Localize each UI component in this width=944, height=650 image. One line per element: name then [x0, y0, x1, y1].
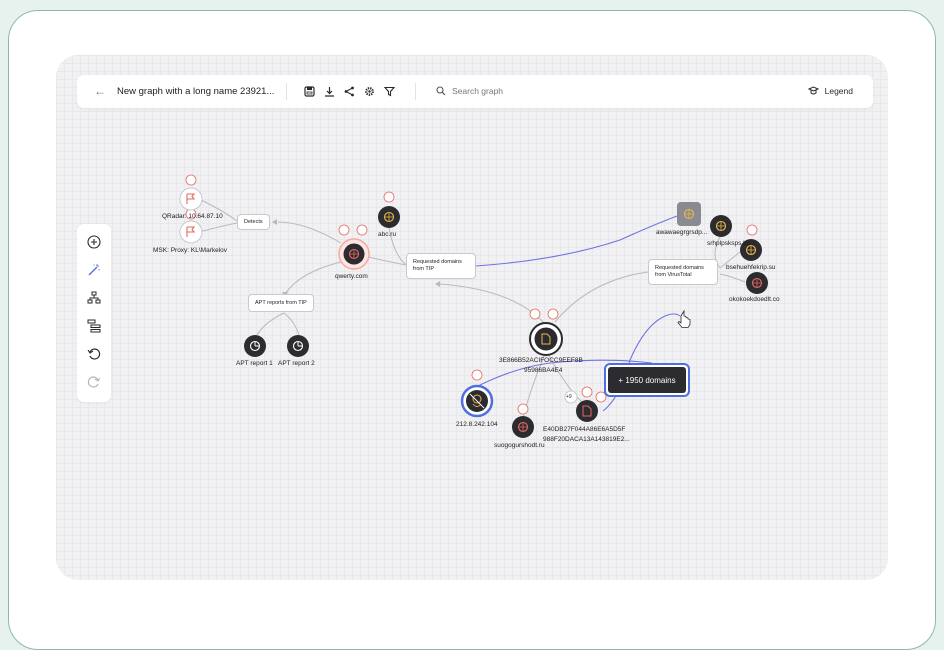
search-placeholder: Search graph: [452, 86, 504, 96]
label-hash2-line1: E40DB27F044A86E6A5D5F: [543, 426, 626, 433]
label-apt2: APT report 2: [278, 360, 315, 367]
group-detects[interactable]: Detects: [237, 214, 270, 230]
download-icon[interactable]: [322, 84, 336, 98]
node-msk: [179, 220, 203, 244]
add-node-icon[interactable]: [86, 234, 102, 250]
node-abc: [378, 206, 400, 228]
group-requested-tip[interactable]: Requested domains from TIP: [406, 253, 476, 279]
node-apt1: [244, 335, 266, 357]
node-qradar: [179, 187, 203, 211]
label-awawae: awawaegrgrsdp...: [656, 229, 708, 236]
node-awawae: [677, 202, 701, 226]
label-hash1-line1: 3E866B52ACIFOCC9EEF8B: [499, 357, 583, 364]
group-apt-reports[interactable]: APT reports from TIP: [248, 294, 314, 312]
search-icon: [436, 86, 446, 96]
label-qradar: QRadar: 10.64.87.10: [162, 213, 223, 220]
edge-hash-reqvt: [554, 271, 649, 323]
save-icon[interactable]: [302, 84, 316, 98]
hierarchy-layout-icon[interactable]: [86, 290, 102, 306]
aggregate-domains-label: + 1950 domains: [608, 367, 686, 393]
edge-qwerty-apt: [284, 261, 342, 295]
group-requested-vt[interactable]: Requested domains from VirusTotal: [648, 259, 718, 285]
search-input[interactable]: Search graph: [436, 86, 503, 96]
label-qwerty: qwerty.com: [335, 273, 368, 280]
label-srhp: srhplpsksps kp...: [707, 240, 756, 247]
legend-button[interactable]: Legend: [807, 86, 853, 96]
node-suo: [512, 416, 534, 438]
settings-icon[interactable]: [362, 84, 376, 98]
label-hash1-line2: 95986BA4E4: [524, 367, 563, 374]
label-abc: abc.ru: [378, 231, 397, 238]
hand-cursor-icon: [677, 309, 691, 328]
label-suo: suogogurshodt.ru: [494, 442, 545, 449]
edge-qwerty-detects: [277, 221, 342, 244]
edge-okok-reqvt: [719, 273, 746, 283]
graph-title[interactable]: New graph with a long name 23921...: [117, 86, 274, 97]
label-ip: 212.8.242.104: [456, 421, 498, 428]
label-msk: MSK: Proxy: KL\Markelov: [153, 247, 228, 254]
legend-label: Legend: [824, 86, 853, 96]
label-okok: okokoekdoedlt.co: [729, 296, 780, 303]
node-apt2: [287, 335, 309, 357]
label-hash2-line2: 988F20DACA13A143819E2...: [543, 436, 630, 443]
aggregate-domains-node[interactable]: + 1950 domains: [604, 363, 690, 397]
tree-layout-icon[interactable]: [86, 318, 102, 334]
label-bsehu: bsehuehfekrip.su: [726, 264, 776, 271]
divider: [415, 83, 416, 100]
divider: [286, 83, 287, 100]
edge-msk-detects: [198, 222, 238, 233]
node-hash1: [529, 322, 563, 356]
legend-icon: [807, 86, 819, 95]
count-badge[interactable]: +9: [566, 394, 572, 400]
node-okok: [746, 272, 768, 294]
undo-icon[interactable]: [86, 346, 102, 362]
node-srhp: [710, 215, 732, 237]
node-ip: [460, 384, 494, 418]
node-qwerty: [338, 238, 370, 270]
label-apt1: APT report 1: [236, 360, 273, 367]
filter-icon[interactable]: [382, 84, 396, 98]
magic-wand-icon[interactable]: [86, 262, 102, 278]
node-hash2: [576, 400, 598, 422]
share-icon[interactable]: [342, 84, 356, 98]
redo-icon[interactable]: [86, 374, 102, 390]
edge-hash-reqtip: [439, 283, 551, 331]
graph-toolbar: ← New graph with a long name 23921... Se…: [77, 75, 873, 108]
arrow-left-icon[interactable]: ←: [94, 84, 106, 98]
edge-apt-2: [283, 312, 300, 336]
graph-tools-sidebar: [77, 224, 111, 402]
edge-apt-1: [256, 312, 285, 336]
